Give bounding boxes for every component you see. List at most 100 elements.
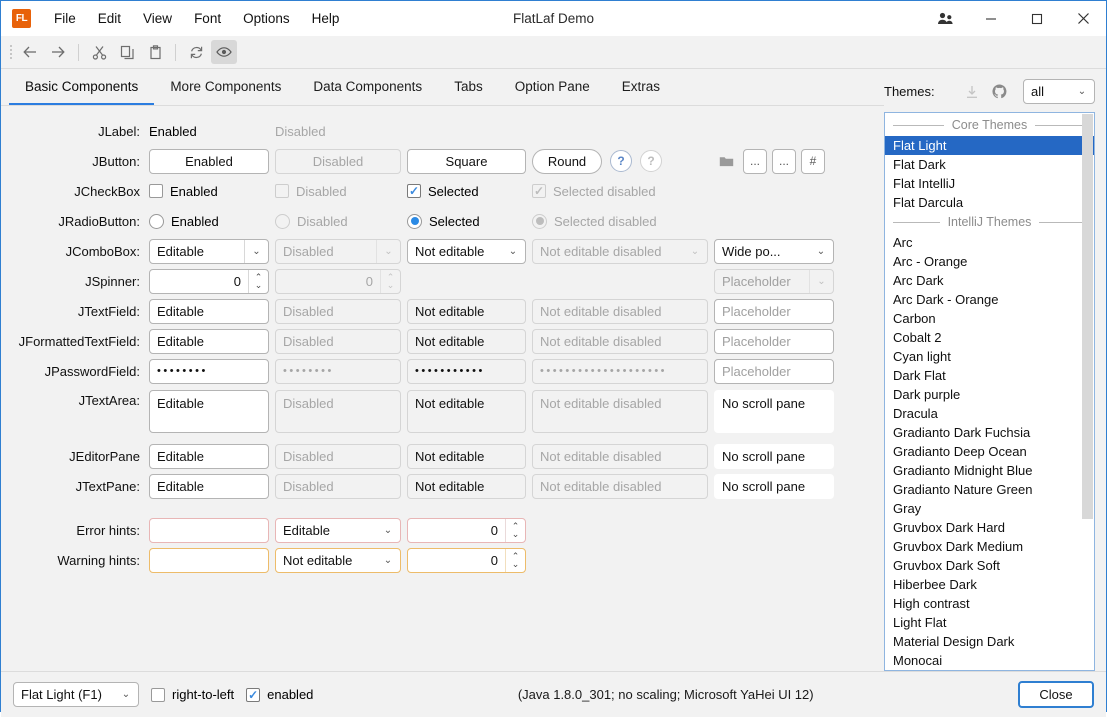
github-icon[interactable] xyxy=(989,81,1011,103)
chevron-down-icon[interactable]: ⌄ xyxy=(114,683,138,706)
passwordfield-not-editable[interactable]: ••••••••••• xyxy=(407,358,526,384)
tab-tabs[interactable]: Tabs xyxy=(438,69,499,105)
back-icon[interactable] xyxy=(17,40,43,64)
forward-icon[interactable] xyxy=(45,40,71,64)
chevron-down-icon[interactable]: ⌄ xyxy=(376,519,400,542)
menu-item-help[interactable]: Help xyxy=(301,7,351,30)
editorpane-not-editable[interactable]: Not editable xyxy=(407,443,526,469)
tab-more-components[interactable]: More Components xyxy=(154,69,297,105)
textpane-not-editable[interactable]: Not editable xyxy=(407,473,526,499)
list-item[interactable]: Light Flat xyxy=(885,613,1094,632)
dots-button-2[interactable]: ... xyxy=(772,148,796,174)
textfield-placeholder[interactable]: Placeholder xyxy=(714,298,834,324)
help-button-enabled[interactable]: ? xyxy=(610,150,632,172)
chevron-down-icon[interactable]: ⌄ xyxy=(501,240,525,263)
tab-extras[interactable]: Extras xyxy=(606,69,676,105)
list-item[interactable]: Dracula xyxy=(885,404,1094,423)
combo-not-editable[interactable]: Not editable ⌄ xyxy=(407,238,526,264)
scrollbar-thumb[interactable] xyxy=(1082,114,1093,520)
tab-basic-components[interactable]: Basic Components xyxy=(9,69,155,105)
textarea-editable[interactable]: Editable xyxy=(149,390,269,433)
warning-combo[interactable]: Not editable ⌄ xyxy=(275,547,401,573)
close-dialog-button[interactable]: Close xyxy=(1018,681,1094,708)
toolbar-grip[interactable] xyxy=(7,42,15,62)
list-item[interactable]: High contrast xyxy=(885,594,1094,613)
list-item[interactable]: Flat Light xyxy=(885,136,1094,155)
list-item[interactable]: Cyan light xyxy=(885,347,1094,366)
list-item[interactable]: Carbon xyxy=(885,309,1094,328)
list-item[interactable]: Material Design Dark xyxy=(885,632,1094,651)
spinner-stepper[interactable]: ⌃ ⌄ xyxy=(505,548,525,572)
themes-filter-combo[interactable]: all ⌄ xyxy=(1023,79,1095,104)
combo-wide-popup[interactable]: Wide po... ⌄ xyxy=(714,238,834,264)
close-button[interactable] xyxy=(1060,1,1106,36)
tab-option-pane[interactable]: Option Pane xyxy=(499,69,606,105)
copy-icon[interactable] xyxy=(114,40,140,64)
maximize-button[interactable] xyxy=(1014,1,1060,36)
warning-textfield[interactable] xyxy=(149,547,269,573)
list-item[interactable]: Arc Dark xyxy=(885,271,1094,290)
folder-icon-button[interactable] xyxy=(714,148,738,174)
passwordfield-placeholder[interactable]: Placeholder xyxy=(714,358,834,384)
formattedfield-editable[interactable]: Editable xyxy=(149,328,269,354)
list-item[interactable]: Flat Darcula xyxy=(885,193,1094,212)
chevron-down-icon[interactable]: ⌄ xyxy=(244,239,268,263)
menu-item-view[interactable]: View xyxy=(132,7,183,30)
spinner-stepper[interactable]: ⌃ ⌄ xyxy=(505,518,525,542)
chevron-down-icon[interactable]: ⌄ xyxy=(809,240,833,263)
dots-button-1[interactable]: ... xyxy=(743,148,767,174)
enabled-checkbox[interactable]: enabled xyxy=(246,687,313,702)
users-icon[interactable] xyxy=(922,1,968,36)
list-item[interactable]: Gradianto Nature Green xyxy=(885,480,1094,499)
button-square[interactable]: Square xyxy=(407,148,526,174)
button-enabled[interactable]: Enabled xyxy=(149,148,269,174)
checkbox-enabled[interactable]: Enabled xyxy=(149,184,269,199)
tab-data-components[interactable]: Data Components xyxy=(297,69,438,105)
list-item[interactable]: Gruvbox Dark Hard xyxy=(885,518,1094,537)
textfield-editable[interactable]: Editable xyxy=(149,298,269,324)
menu-item-font[interactable]: Font xyxy=(183,7,232,30)
list-item[interactable]: Gruvbox Dark Soft xyxy=(885,556,1094,575)
list-item[interactable]: Gray xyxy=(885,499,1094,518)
menu-item-edit[interactable]: Edit xyxy=(87,7,132,30)
menu-item-options[interactable]: Options xyxy=(232,7,301,30)
refresh-icon[interactable] xyxy=(183,40,209,64)
list-item[interactable]: Dark Flat xyxy=(885,366,1094,385)
checkbox-selected[interactable]: Selected xyxy=(407,184,526,199)
passwordfield-editable[interactable]: •••••••• xyxy=(149,358,269,384)
formattedfield-not-editable[interactable]: Not editable xyxy=(407,328,526,354)
list-item[interactable]: Hiberbee Dark xyxy=(885,575,1094,594)
right-to-left-checkbox[interactable]: right-to-left xyxy=(151,687,234,702)
paste-icon[interactable] xyxy=(142,40,168,64)
list-item[interactable]: Gradianto Deep Ocean xyxy=(885,442,1094,461)
list-item[interactable]: Flat Dark xyxy=(885,155,1094,174)
eye-icon[interactable] xyxy=(211,40,237,64)
status-theme-combo[interactable]: Flat Light (F1) ⌄ xyxy=(13,682,139,707)
list-item[interactable]: Dark purple xyxy=(885,385,1094,404)
error-spinner[interactable]: 0 ⌃ ⌄ xyxy=(407,517,526,543)
textfield-not-editable[interactable]: Not editable xyxy=(407,298,526,324)
combo-editable[interactable]: Editable ⌄ xyxy=(149,238,269,264)
list-item[interactable]: Gruvbox Dark Medium xyxy=(885,537,1094,556)
editorpane-no-scroll-pane[interactable]: No scroll pane xyxy=(714,443,834,469)
list-item[interactable]: Gradianto Midnight Blue xyxy=(885,461,1094,480)
textarea-not-editable[interactable]: Not editable xyxy=(407,390,526,433)
button-round[interactable]: Round xyxy=(532,148,602,174)
chevron-down-icon[interactable]: ⌄ xyxy=(1070,80,1094,103)
menu-item-file[interactable]: File xyxy=(43,7,87,30)
list-item[interactable]: Gradianto Dark Fuchsia xyxy=(885,423,1094,442)
editorpane-editable[interactable]: Editable xyxy=(149,443,269,469)
themes-scrollbar[interactable] xyxy=(1082,114,1093,669)
download-icon[interactable] xyxy=(961,81,983,103)
spinner-editable[interactable]: 0 ⌃ ⌄ xyxy=(149,268,269,294)
radio-enabled[interactable]: Enabled xyxy=(149,213,269,229)
textarea-no-scroll-pane[interactable]: No scroll pane xyxy=(714,390,834,433)
list-item[interactable]: Flat IntelliJ xyxy=(885,174,1094,193)
list-item[interactable]: Arc - Orange xyxy=(885,252,1094,271)
list-item[interactable]: Cobalt 2 xyxy=(885,328,1094,347)
list-item[interactable]: Monocai xyxy=(885,651,1094,670)
textpane-no-scroll-pane[interactable]: No scroll pane xyxy=(714,473,834,499)
hash-button[interactable]: # xyxy=(801,148,825,174)
minimize-button[interactable] xyxy=(968,1,1014,36)
themes-list[interactable]: Core Themes Flat Light Flat Dark Flat In… xyxy=(884,112,1095,671)
